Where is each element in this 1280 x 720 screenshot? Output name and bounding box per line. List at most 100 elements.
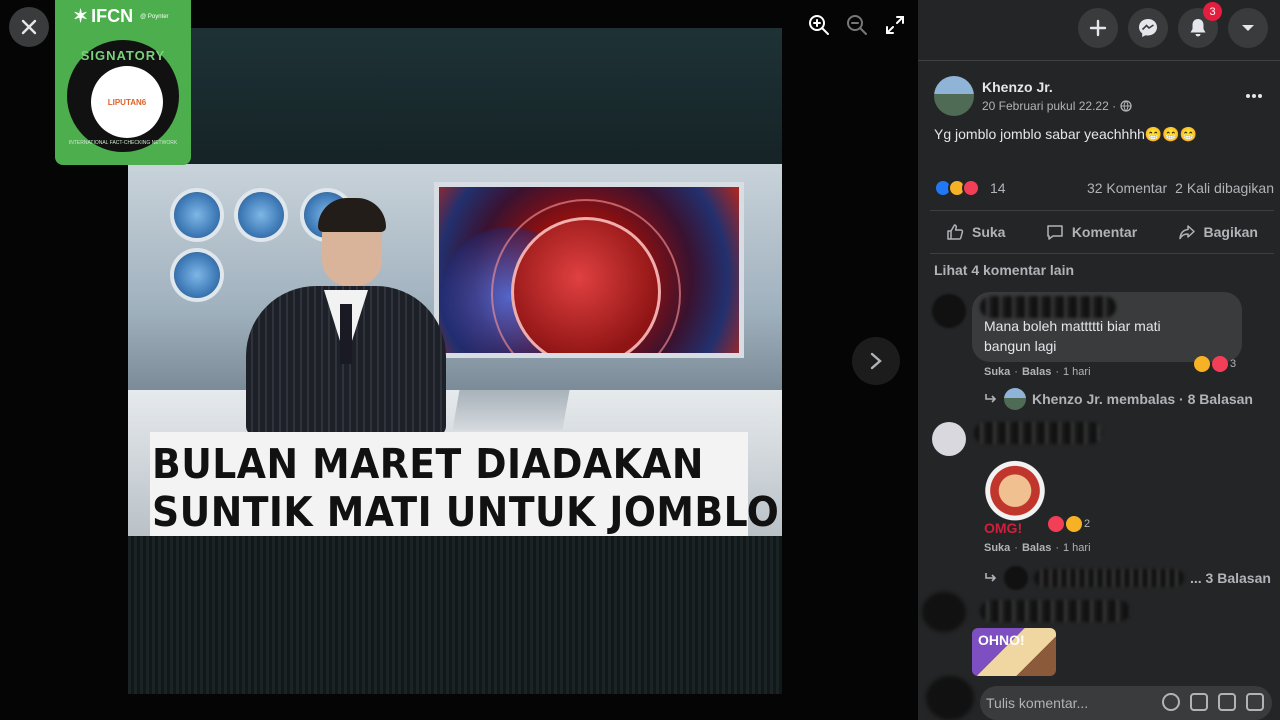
header-actions: 3: [1078, 2, 1268, 48]
reply-author-avatar-blurred: [1004, 566, 1028, 590]
zoom-in-icon: [809, 15, 829, 35]
post-side-panel: 3 Khenzo Jr. 20 Februari pukul 22.22 · Y…: [918, 0, 1280, 720]
love-reaction-icon: [1212, 356, 1228, 372]
caret-down-icon: [1242, 25, 1254, 31]
badge-signatory-text: SIGNATORY: [80, 48, 166, 63]
reaction-icons[interactable]: [934, 179, 980, 197]
create-button[interactable]: [1078, 8, 1118, 48]
comment-time[interactable]: 1 hari: [1063, 542, 1091, 554]
messenger-button[interactable]: [1128, 8, 1168, 48]
share-icon: [1178, 225, 1195, 240]
separator: ·: [1014, 366, 1018, 378]
love-reaction-icon: [962, 179, 980, 197]
comment-reaction-count: 3: [1230, 358, 1237, 370]
love-reaction-icon: [1048, 516, 1064, 532]
reply-arrow-icon: [985, 573, 997, 582]
emoji-icon[interactable]: [1162, 693, 1180, 711]
share-label: Bagikan: [1203, 224, 1258, 240]
composer-icons: [1162, 693, 1264, 711]
laptop: [452, 390, 570, 430]
commenter-name-blurred[interactable]: [974, 422, 1102, 444]
my-avatar-blurred[interactable]: [926, 676, 974, 720]
comment-reactions[interactable]: 2: [1048, 516, 1090, 532]
comment-reply-link[interactable]: Balas: [1022, 542, 1051, 554]
comment-composer: [980, 686, 1272, 720]
commenter-avatar-blurred[interactable]: [922, 592, 966, 632]
close-button[interactable]: [9, 7, 49, 47]
zoom-in-button[interactable]: [806, 12, 832, 38]
fullscreen-button[interactable]: [882, 12, 908, 38]
camera-icon[interactable]: [1190, 693, 1208, 711]
studio-monitor: [434, 182, 744, 358]
reply-summary-text: Khenzo Jr. membalas · 8 Balasan: [1032, 391, 1253, 407]
comment-meta: Suka · Balas · 1 hari: [984, 366, 1091, 378]
comment-text-line1: Mana boleh mattttti biar mati: [984, 318, 1161, 334]
ifcn-by: @ Poynter: [140, 13, 169, 20]
thumbs-up-icon: [947, 224, 964, 240]
author-name[interactable]: Khenzo Jr.: [982, 79, 1053, 95]
sticker-text: OHNO!: [978, 632, 1025, 648]
comment-button[interactable]: Komentar: [1030, 211, 1153, 253]
commenter-name-blurred[interactable]: [980, 600, 1130, 622]
bell-icon: [1190, 19, 1206, 37]
haha-reaction-icon: [1194, 356, 1210, 372]
post-date[interactable]: 20 Februari pukul 22.22 ·: [982, 99, 1116, 113]
haha-reaction-icon: [1066, 516, 1082, 532]
ifcn-label: IFCN: [91, 6, 134, 26]
comment-input[interactable]: [986, 692, 1156, 714]
ifcn-logo: ✶ IFCN @ Poynter: [73, 6, 169, 27]
comment-reply-link[interactable]: Balas: [1022, 366, 1051, 378]
fullscreen-icon: [886, 16, 904, 34]
zoom-out-button[interactable]: [844, 12, 870, 38]
more-horizontal-icon: [1246, 94, 1262, 98]
messenger-icon: [1139, 19, 1157, 37]
photo-viewer: BULAN MARET DIADAKAN SUNTIK MATI UNTUK J…: [0, 0, 918, 720]
account-menu-button[interactable]: [1228, 8, 1268, 48]
commenter-name-blurred[interactable]: [980, 296, 1116, 318]
reaction-count[interactable]: 14: [990, 180, 1006, 196]
ohno-sticker: OHNO!: [972, 628, 1056, 676]
next-photo-button[interactable]: [852, 337, 900, 385]
news-studio-image: BULAN MARET DIADAKAN SUNTIK MATI UNTUK J…: [128, 164, 782, 536]
member-logo-text: LIPUTAN6: [107, 97, 147, 107]
comment-meta: Suka · Balas · 1 hari: [984, 542, 1091, 554]
commenter-avatar[interactable]: [932, 422, 966, 456]
replies-summary[interactable]: Khenzo Jr. membalas · 8 Balasan: [984, 388, 1253, 410]
badge-network-text: INTERNATIONAL FACT-CHECKING NETWORK: [68, 140, 178, 146]
ifcn-signatory-badge: ✶ IFCN @ Poynter SIGNATORY LIPUTAN6 INTE…: [55, 0, 191, 165]
news-caption: BULAN MARET DIADAKAN SUNTIK MATI UNTUK J…: [150, 432, 779, 536]
notifications-button[interactable]: 3: [1178, 2, 1222, 48]
share-button[interactable]: Bagikan: [1162, 211, 1274, 253]
notification-count-badge: 3: [1203, 2, 1222, 21]
comment-time[interactable]: 1 hari: [1063, 366, 1091, 378]
post-options-button[interactable]: [1240, 82, 1268, 110]
commenter-avatar-blurred[interactable]: [932, 294, 966, 328]
globe-icon: [1120, 100, 1132, 112]
reply-arrow-icon: [985, 394, 997, 403]
post-photo[interactable]: BULAN MARET DIADAKAN SUNTIK MATI UNTUK J…: [128, 28, 782, 694]
photo-top-band: [128, 28, 782, 164]
separator: ·: [1055, 542, 1059, 554]
reply-author-avatar: [1004, 388, 1026, 410]
shares-count[interactable]: 2 Kali dibagikan: [1175, 180, 1274, 196]
viewer-tools: [806, 12, 908, 38]
view-more-comments-link[interactable]: Lihat 4 komentar lain: [934, 262, 1074, 278]
reactions-summary: 14 32 Komentar 2 Kali dibagikan: [934, 176, 1274, 200]
replies-summary[interactable]: ... 3 Balasan: [984, 566, 1271, 590]
comment-label: Komentar: [1071, 224, 1138, 240]
comment-like-link[interactable]: Suka: [984, 366, 1010, 378]
comments-count[interactable]: 32 Komentar: [1087, 180, 1167, 196]
comment-like-link[interactable]: Suka: [984, 542, 1010, 554]
author-avatar[interactable]: [934, 76, 974, 116]
badge-seal: SIGNATORY LIPUTAN6 INTERNATIONAL FACT-CH…: [63, 36, 183, 156]
sticker-icon[interactable]: [1246, 693, 1264, 711]
like-label: Suka: [972, 224, 1006, 240]
post-meta: 20 Februari pukul 22.22 ·: [982, 99, 1132, 113]
like-button[interactable]: Suka: [930, 211, 1021, 253]
comment-reactions[interactable]: 3: [1194, 356, 1236, 372]
zoom-out-icon: [847, 15, 867, 35]
separator: ·: [1055, 366, 1059, 378]
gif-icon[interactable]: [1218, 693, 1236, 711]
plus-icon: [1089, 19, 1107, 37]
studio-light: [238, 192, 284, 238]
